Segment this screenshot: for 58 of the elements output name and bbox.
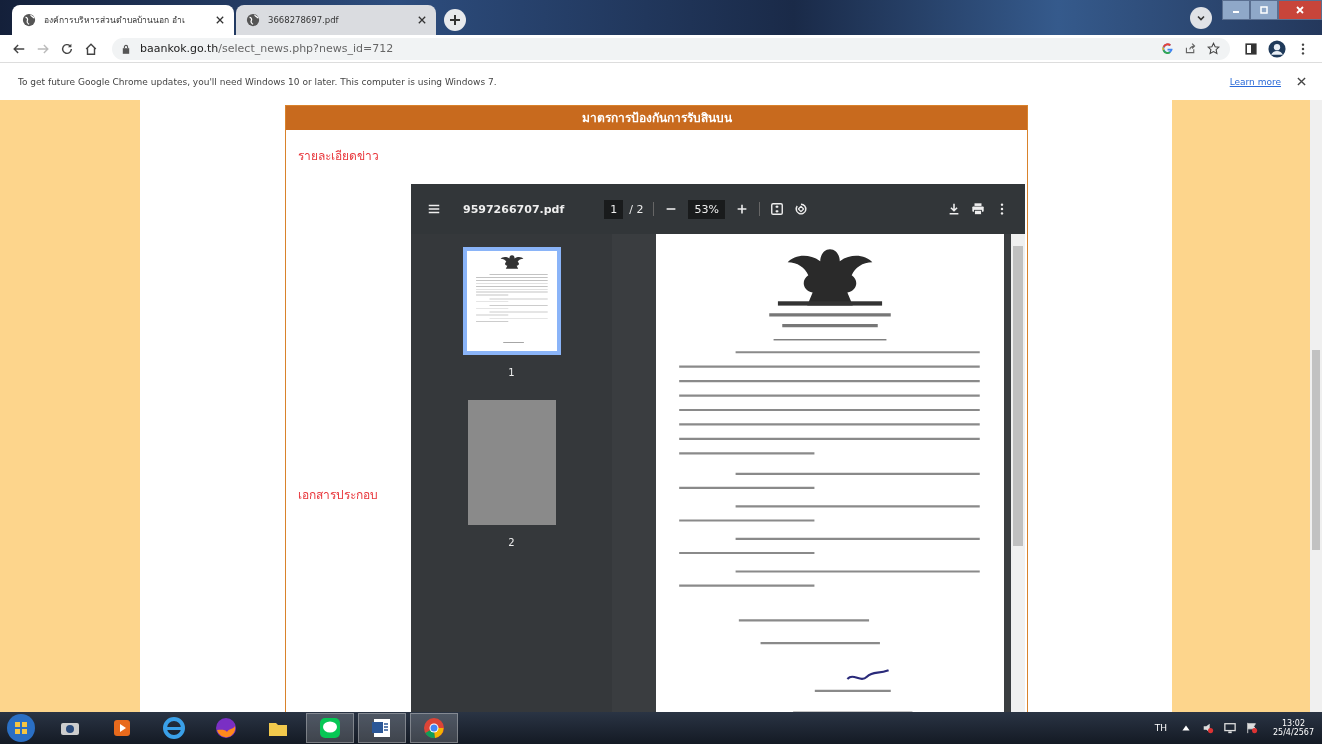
lock-icon — [122, 43, 130, 54]
speaker-icon[interactable] — [1201, 722, 1214, 734]
maximize-button[interactable] — [1250, 0, 1278, 20]
flag-icon[interactable] — [1245, 722, 1258, 734]
monitor-icon[interactable] — [1223, 722, 1236, 734]
url-text: baankok.go.th/select_news.php?news_id=712 — [140, 42, 394, 55]
page-number: 1 — [508, 367, 515, 378]
scrollbar[interactable] — [1011, 234, 1025, 712]
side-panel-icon[interactable] — [1244, 41, 1258, 56]
blank-page-thumbnail[interactable] — [467, 400, 556, 525]
home-icon[interactable] — [84, 41, 98, 56]
tab-title: องค์การบริหารส่วนตำบลบ้านนอก อำเ — [44, 14, 186, 27]
browser-tab[interactable]: องค์การบริหารส่วนตำบลบ้านนอก อำเ — [12, 5, 234, 35]
reload-icon[interactable] — [60, 41, 74, 56]
scrollbar[interactable] — [1310, 100, 1322, 712]
close-icon[interactable] — [216, 16, 224, 24]
clock-time: 13:02 — [1281, 719, 1305, 728]
zoom-field[interactable]: 53% — [688, 199, 725, 219]
globe-icon — [22, 13, 36, 27]
learn-more-link[interactable]: Learn more — [1229, 76, 1281, 87]
close-icon[interactable] — [418, 16, 426, 24]
star-icon[interactable] — [1207, 42, 1220, 55]
language-indicator[interactable]: TH — [1154, 723, 1167, 733]
new-tab-button[interactable] — [444, 9, 466, 31]
update-message: To get future Google Chrome updates, you'll need Windows 10 or later. This computer is using Windows 7. — [18, 76, 497, 87]
rotate-icon[interactable] — [793, 202, 808, 216]
tab-title: 3668278697.pdf — [268, 15, 340, 25]
clock[interactable]: 13:02 25/4/2567 — [1272, 719, 1314, 737]
page-number-field[interactable]: 1 — [604, 199, 624, 219]
browser-tab[interactable]: 3668278697.pdf — [236, 5, 436, 35]
google-icon[interactable] — [1161, 42, 1174, 55]
file-name: 9597266707.pdf — [463, 202, 565, 216]
minimize-button[interactable] — [1222, 0, 1250, 20]
maximize-icon — [1259, 5, 1269, 15]
tab-search-button[interactable] — [1190, 7, 1212, 29]
share-icon[interactable] — [1184, 42, 1197, 55]
caret-icon — [1196, 13, 1206, 23]
close-button[interactable] — [1278, 0, 1322, 20]
page-total: / 2 — [629, 202, 644, 216]
download-icon[interactable] — [947, 202, 961, 216]
document-icon[interactable] — [358, 713, 406, 743]
start-button[interactable] — [6, 713, 36, 743]
section-label: รายละเอียดข่าว — [297, 148, 380, 165]
menu-icon[interactable] — [427, 202, 441, 216]
globe-icon — [246, 13, 260, 27]
chrome-icon[interactable] — [410, 713, 458, 743]
clock-date: 25/4/2567 — [1272, 728, 1314, 737]
article-title: มาตรการป้องกันการรับสินบน — [286, 106, 1027, 130]
fit-page-icon[interactable] — [769, 202, 784, 216]
print-icon[interactable] — [971, 202, 985, 216]
close-icon[interactable] — [1297, 77, 1306, 86]
close-icon — [1295, 5, 1305, 15]
address-bar[interactable]: baankok.go.th/select_news.php?news_id=712 — [112, 37, 1230, 60]
chat-app-icon[interactable] — [306, 713, 354, 743]
profile-avatar[interactable] — [1268, 39, 1286, 58]
section-label: เอกสารประกอบ — [298, 488, 378, 502]
page-number: 2 — [508, 537, 515, 548]
plus-icon — [449, 14, 461, 26]
